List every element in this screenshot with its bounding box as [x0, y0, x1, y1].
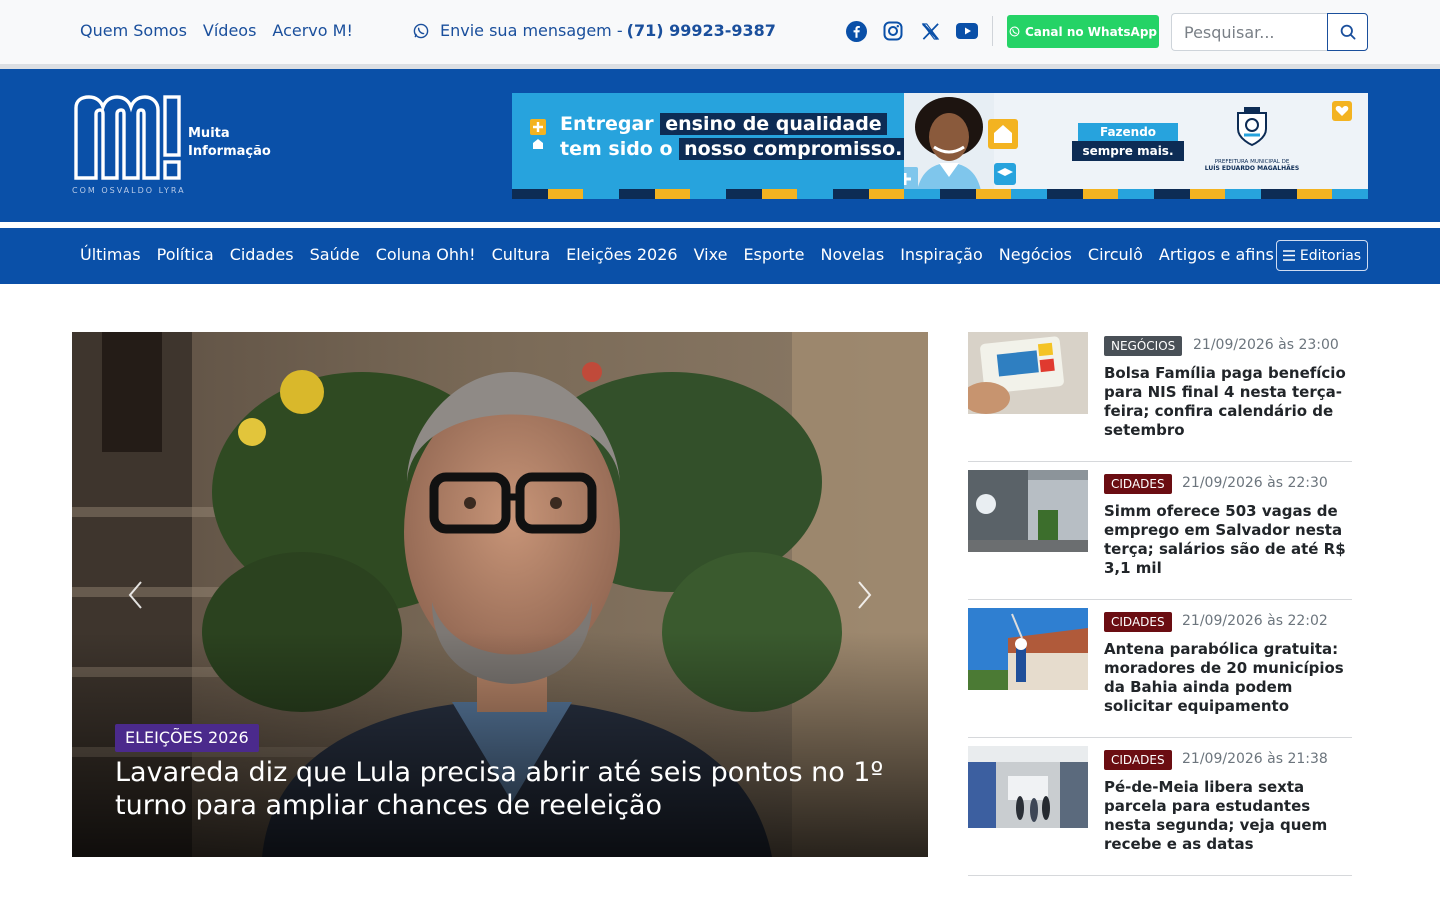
news-category-badge[interactable]: CIDADES [1104, 612, 1172, 632]
banner-stripes [512, 189, 1368, 199]
link-acervo[interactable]: Acervo M! [272, 21, 352, 40]
nav-item-negocios[interactable]: Negócios [999, 245, 1072, 264]
whatsapp-channel-button[interactable]: Canal no WhatsApp [1007, 15, 1159, 48]
news-thumbnail [968, 470, 1088, 552]
logo-subtitle: COM OSVALDO LYRA [72, 186, 186, 195]
nav-item-artigos[interactable]: Artigos e afins [1159, 245, 1274, 264]
news-item[interactable]: NEGÓCIOS 21/09/2026 às 23:00 Bolsa Famíl… [968, 332, 1352, 462]
main-nav: Últimas Política Cidades Saúde Coluna Oh… [0, 228, 1440, 284]
logo-text: Muita Informação [188, 125, 271, 161]
news-title[interactable]: Pé-de-Meia libera sexta parcela para est… [1104, 778, 1354, 854]
news-thumbnail [968, 608, 1088, 690]
news-thumbnail [968, 746, 1088, 828]
social-links [845, 20, 978, 42]
whatsapp-message-link[interactable]: Envie sua mensagem - (71) 99923-9387 [413, 21, 776, 40]
heart-icon [1332, 101, 1352, 121]
whatsapp-channel-label: Canal no WhatsApp [1024, 24, 1158, 39]
news-item[interactable]: CIDADES 21/09/2026 às 22:02 Antena parab… [968, 608, 1352, 738]
phone-number: (71) 99923-9387 [626, 21, 776, 40]
link-videos[interactable]: Vídeos [203, 21, 257, 40]
top-bar: Quem Somos Vídeos Acervo M! Envie sua me… [0, 0, 1440, 64]
news-category-badge[interactable]: NEGÓCIOS [1104, 336, 1183, 356]
banner-child-photo [904, 93, 994, 199]
news-category-badge[interactable]: CIDADES [1104, 750, 1172, 770]
house-icon [988, 119, 1018, 149]
news-category-badge[interactable]: CIDADES [1104, 474, 1172, 494]
nav-item-vixe[interactable]: Vixe [694, 245, 728, 264]
search-icon [1340, 24, 1355, 40]
slogan-line2: sempre mais. [1072, 141, 1184, 161]
logo-mark [74, 95, 181, 180]
hero-carousel[interactable]: ELEIÇÕES 2026 Lavareda diz que Lula prec… [72, 332, 928, 857]
nav-item-cultura[interactable]: Cultura [492, 245, 551, 264]
slogan-line1: Fazendo [1078, 123, 1178, 141]
ad-banner[interactable]: Entregar ensino de qualidade tem sido o … [512, 93, 1368, 199]
news-title[interactable]: Bolsa Família paga benefício para NIS fi… [1104, 364, 1354, 440]
whatsapp-icon [1009, 26, 1020, 37]
carousel-prev-icon[interactable] [126, 580, 146, 610]
nav-item-novelas[interactable]: Novelas [821, 245, 885, 264]
logo-line2: Informação [188, 144, 271, 159]
editorias-label: Editorias [1299, 247, 1362, 264]
nav-items: Últimas Política Cidades Saúde Coluna Oh… [80, 245, 1274, 264]
nav-item-circulo[interactable]: Circulô [1088, 245, 1143, 264]
instagram-icon[interactable] [882, 20, 904, 42]
youtube-icon[interactable] [956, 20, 978, 42]
nav-item-ultimas[interactable]: Últimas [80, 245, 141, 264]
banner-line1: Entregar ensino de qualidade [560, 113, 887, 135]
top-links: Quem Somos Vídeos Acervo M! [80, 21, 353, 40]
message-prefix: Envie sua mensagem - [440, 21, 623, 40]
nav-item-politica[interactable]: Política [157, 245, 214, 264]
logo-line1: Muita [188, 126, 230, 141]
site-logo[interactable]: Muita Informação COM OSVALDO LYRA [72, 94, 282, 202]
nav-item-esporte[interactable]: Esporte [743, 245, 804, 264]
banner-line2: tem sido o nosso compromisso. [560, 138, 908, 160]
search-input[interactable] [1171, 13, 1327, 51]
banner-side-icons [530, 119, 546, 149]
divider [992, 16, 993, 46]
carousel-next-icon[interactable] [854, 580, 874, 610]
news-date: 21/09/2026 às 21:38 [1182, 751, 1328, 767]
nav-item-inspiracao[interactable]: Inspiração [900, 245, 983, 264]
news-title[interactable]: Antena parabólica gratuita: moradores de… [1104, 640, 1354, 716]
news-date: 21/09/2026 às 22:30 [1182, 475, 1328, 491]
facebook-icon[interactable] [845, 20, 867, 42]
nav-item-coluna-ohh[interactable]: Coluna Ohh! [376, 245, 476, 264]
news-date: 21/09/2026 às 23:00 [1193, 337, 1339, 353]
news-thumbnail [968, 332, 1088, 414]
banner-slogan: Fazendo sempre mais. [1072, 123, 1184, 161]
link-quem-somos[interactable]: Quem Somos [80, 21, 187, 40]
hero-category-badge[interactable]: ELEIÇÕES 2026 [115, 724, 259, 752]
whatsapp-icon [413, 23, 429, 38]
nav-item-saude[interactable]: Saúde [310, 245, 360, 264]
nav-item-eleicoes-2026[interactable]: Eleições 2026 [566, 245, 677, 264]
crest-icon [1237, 107, 1267, 147]
news-date: 21/09/2026 às 22:02 [1182, 613, 1328, 629]
hero-headline[interactable]: Lavareda diz que Lula precisa abrir até … [115, 756, 895, 822]
news-title[interactable]: Simm oferece 503 vagas de emprego em Sal… [1104, 502, 1354, 578]
graduation-icon [994, 163, 1016, 185]
editorias-button[interactable]: Editorias [1276, 240, 1368, 271]
prefeitura-logo: PREFEITURA MUNICIPAL DE LUÍS EDUARDO MAG… [1202, 107, 1302, 187]
search-button[interactable] [1327, 13, 1368, 51]
news-item[interactable]: CIDADES 21/09/2026 às 22:30 Simm oferece… [968, 470, 1352, 600]
x-icon[interactable] [919, 20, 941, 42]
pref-line2: LUÍS EDUARDO MAGALHÃES [1204, 165, 1300, 172]
news-item[interactable]: CIDADES 21/09/2026 às 21:38 Pé-de-Meia l… [968, 746, 1352, 876]
menu-icon [1282, 250, 1295, 261]
nav-item-cidades[interactable]: Cidades [230, 245, 294, 264]
search-form [1171, 13, 1368, 51]
